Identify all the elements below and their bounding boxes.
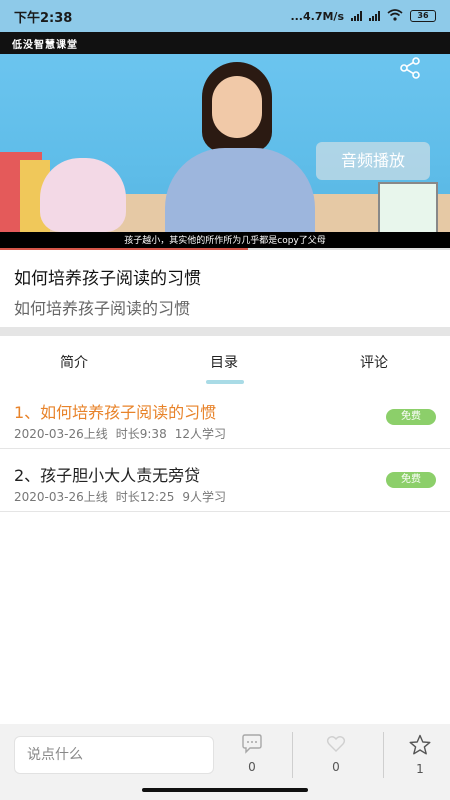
free-badge: 免费 <box>386 409 436 425</box>
video-desk-calendar <box>378 182 438 238</box>
favorite-count: 1 <box>416 762 424 776</box>
tab-bar: 简介 目录 评论 <box>0 340 450 386</box>
video-progress-fill <box>0 248 248 250</box>
battery-icon: 36 <box>410 10 436 22</box>
wifi-icon <box>387 8 403 24</box>
lesson-duration: 时长9:38 <box>115 427 167 441</box>
tab-intro[interactable]: 简介 <box>60 352 88 372</box>
tab-catalog[interactable]: 目录 <box>210 352 238 372</box>
lesson-duration: 时长12:25 <box>115 490 175 504</box>
signal-icon-2 <box>369 11 380 21</box>
bottom-divider <box>292 732 293 778</box>
lesson-date: 2020-03-26上线 <box>14 427 108 441</box>
like-count: 0 <box>332 760 340 774</box>
heart-icon <box>326 736 346 758</box>
comment-icon <box>241 734 263 758</box>
video-progress-bar[interactable] <box>0 248 450 250</box>
course-title: 如何培养孩子阅读的习惯 <box>14 269 201 289</box>
lesson-title: 2、孩子胆小大人责无旁贷 <box>14 466 201 485</box>
home-indicator <box>142 788 308 792</box>
tab-active-indicator <box>206 380 244 384</box>
video-toy <box>40 158 126 232</box>
status-bar: 下午2:38 ...4.7M/s 36 <box>0 0 450 32</box>
course-subtitle: 如何培养孩子阅读的习惯 <box>14 299 191 318</box>
free-badge: 免费 <box>386 472 436 488</box>
lesson-item[interactable]: 2、孩子胆小大人责无旁贷 2020-03-26上线 时长12:25 9人学习 免… <box>0 450 450 512</box>
lesson-date: 2020-03-26上线 <box>14 490 108 504</box>
lesson-learners: 9人学习 <box>182 490 226 504</box>
lesson-meta: 2020-03-26上线 时长12:25 9人学习 <box>14 488 226 505</box>
audio-play-button[interactable]: 音频播放 <box>316 142 430 180</box>
video-presenter <box>150 62 320 250</box>
share-icon[interactable] <box>398 56 422 80</box>
network-speed: ...4.7M/s <box>290 9 344 23</box>
signal-icon <box>351 11 362 21</box>
lesson-title: 1、如何培养孩子阅读的习惯 <box>14 403 217 422</box>
lesson-learners: 12人学习 <box>174 427 226 441</box>
comment-button[interactable]: 0 <box>222 734 282 784</box>
comment-input[interactable]: 说点什么 <box>14 736 214 774</box>
lesson-item[interactable]: 1、如何培养孩子阅读的习惯 2020-03-26上线 时长9:38 12人学习 … <box>0 387 450 449</box>
status-time: 下午2:38 <box>14 10 73 26</box>
lesson-meta: 2020-03-26上线 时长9:38 12人学习 <box>14 425 226 442</box>
tab-comments[interactable]: 评论 <box>360 352 388 372</box>
star-icon <box>408 734 432 760</box>
bottom-divider <box>383 732 384 778</box>
like-button[interactable]: 0 <box>306 734 366 784</box>
section-divider <box>0 327 450 336</box>
favorite-button[interactable]: 1 <box>390 734 450 784</box>
video-player[interactable]: 低没智慧课堂 音频播放 孩子越小，其实他的所作所为几乎都是copy了父母 <box>0 32 450 250</box>
comment-count: 0 <box>248 760 256 774</box>
video-brand: 低没智慧课堂 <box>12 40 78 51</box>
